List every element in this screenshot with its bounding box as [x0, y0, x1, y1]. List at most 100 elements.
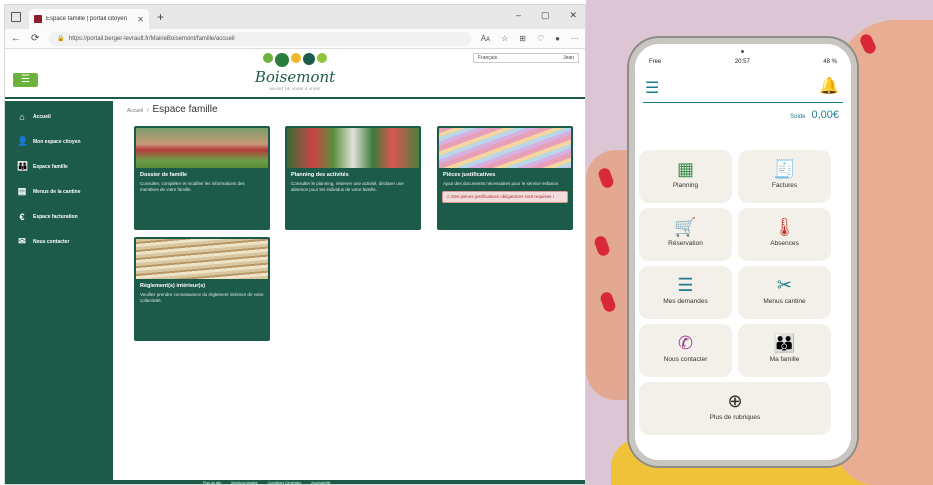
hamburger-icon[interactable]: ☰ — [645, 78, 659, 98]
card-image — [287, 128, 419, 168]
language-value: Français — [478, 55, 498, 61]
sidebar-item-contact[interactable]: ✉ Nous contacter — [5, 229, 113, 254]
logo[interactable]: Boisemont UN ART DE VIVRE À VIVRE — [253, 51, 337, 97]
profile-icon[interactable]: ● — [555, 34, 560, 43]
card-planning-activites[interactable]: Planning des activités Consulter le plan… — [285, 126, 421, 230]
euro-icon: € — [19, 211, 25, 222]
tile-nous-contacter[interactable]: ✆ Nous contacter — [639, 324, 732, 377]
card-title: Planning des activités — [291, 172, 349, 178]
main-content: Accueil / Espace famille Dossier de fami… — [113, 101, 585, 484]
card-description: Consulter, compléter et modifier les inf… — [140, 181, 245, 192]
language-select[interactable]: Français Jean — [473, 53, 579, 63]
status-bar: Free 20:57 48 % — [635, 44, 851, 70]
logo-trees-icon — [253, 53, 337, 67]
tile-label: Nous contacter — [663, 356, 708, 363]
card-image — [136, 128, 268, 168]
card-reglement-interieur[interactable]: Règlement(s) intérieur(s) Veuillez prend… — [134, 237, 270, 341]
menu-button[interactable]: ☰ — [13, 73, 38, 87]
breadcrumb-home-link[interactable]: Accueil — [127, 108, 143, 114]
sidebar-item-label: Espace famille — [33, 163, 68, 170]
minimize-button[interactable]: – — [516, 10, 521, 21]
footer-link[interactable]: Conditions Générales — [268, 481, 302, 484]
reload-icon[interactable]: ⟳ — [31, 33, 39, 44]
list-icon: ☰ — [677, 275, 694, 295]
tile-label: Planning — [672, 182, 699, 189]
window-controls: – ▢ ✕ — [516, 10, 577, 21]
maximize-button[interactable]: ▢ — [541, 10, 550, 21]
close-tab-icon[interactable]: ✕ — [137, 15, 144, 24]
tile-label: Factures — [771, 182, 798, 189]
card-title: Dossier de famille — [140, 172, 188, 178]
card-pieces-justificatives[interactable]: Pièces justificatives Ajout des document… — [437, 126, 573, 230]
favorite-icon[interactable]: ☆ — [501, 34, 508, 43]
thermometer-icon: 🌡 — [773, 217, 796, 237]
tile-absences[interactable]: 🌡 Absences — [738, 208, 831, 261]
app-header: ☰ 🔔 — [635, 70, 851, 102]
card-description: Veuillez prendre connaissance du règleme… — [140, 292, 264, 303]
menu-book-icon: ▤ — [17, 186, 27, 196]
balance-value: 0,00€ — [811, 109, 839, 121]
tab-bar: Espace famille | portail citoyen ✕ + – ▢… — [5, 5, 585, 29]
sidebar-item-espace-citoyen[interactable]: 👤 Mon espace citoyen — [5, 129, 113, 154]
tile-label: Mes demandes — [663, 298, 708, 305]
plus-circle-icon: ⊕ — [727, 391, 743, 411]
sidebar: ⌂ Accueil 👤 Mon espace citoyen 👪 Espace … — [5, 101, 113, 484]
logo-text: Boisemont — [254, 68, 336, 86]
sidebar-item-facturation[interactable]: € Espace facturation — [5, 204, 113, 229]
tile-label: Réservation — [668, 240, 703, 247]
warning-alert: ⚠ Des pièces justificatives obligatoires… — [442, 190, 568, 203]
tile-label: Absences — [770, 240, 799, 247]
split-screen-icon[interactable]: ⊞ — [519, 34, 526, 43]
carrier: Free — [649, 59, 662, 65]
tile-menus-cantine[interactable]: ✂ Menus cantine — [738, 266, 831, 319]
bell-icon[interactable]: 🔔 — [819, 76, 839, 96]
browser-window: Espace famille | portail citoyen ✕ + – ▢… — [4, 4, 586, 485]
card-image — [136, 239, 268, 279]
balance-label: Solde — [790, 114, 806, 120]
sidebar-item-label: Espace facturation — [33, 213, 78, 220]
new-tab-button[interactable]: + — [157, 10, 164, 24]
url-text: https://portail.berger-levrault.fr/Mairi… — [68, 35, 235, 42]
balance: Solde 0,00€ — [635, 103, 851, 121]
card-image — [439, 128, 571, 168]
tile-label: Plus de rubriques — [709, 414, 761, 421]
address-bar: ← ⟳ 🔒 https://portail.berger-levrault.fr… — [5, 29, 585, 49]
account-menu[interactable]: Jean — [563, 55, 574, 61]
more-icon[interactable]: ··· — [571, 34, 579, 43]
footer-link[interactable]: Plan du site — [203, 481, 221, 484]
read-aloud-icon[interactable]: Aᴀ — [481, 34, 490, 43]
invoice-icon: 🧾 — [773, 159, 796, 179]
breadcrumb: Accueil / Espace famille — [127, 104, 218, 115]
sidebar-item-accueil[interactable]: ⌂ Accueil — [5, 104, 113, 129]
collections-icon[interactable]: ♡ — [537, 34, 544, 43]
site-header: ☰ Boisemont UN ART DE VIVRE À VIVRE Fran… — [5, 49, 585, 99]
user-icon: 👤 — [17, 136, 29, 146]
footer-link[interactable]: Mentions légales — [231, 481, 257, 484]
lock-icon: 🔒 — [57, 36, 65, 42]
page-title: Espace famille — [152, 104, 218, 115]
tile-plus-de-rubriques[interactable]: ⊕ Plus de rubriques — [639, 382, 831, 435]
tile-planning[interactable]: ▦ Planning — [639, 150, 732, 203]
tile-ma-famille[interactable]: 👪 Ma famille — [738, 324, 831, 377]
sidebar-item-menus-cantine[interactable]: ▤ Menus de la cantine — [5, 179, 113, 204]
tab-title: Espace famille | portail citoyen — [46, 16, 127, 22]
sidebar-item-espace-famille[interactable]: 👪 Espace famille — [5, 154, 113, 179]
window-menu-icon[interactable] — [11, 12, 21, 22]
site-footer: Plan du site Mentions légales Conditions… — [113, 480, 585, 484]
tile-label: Menus cantine — [763, 298, 806, 305]
favicon-icon — [34, 15, 42, 23]
browser-tab[interactable]: Espace famille | portail citoyen ✕ — [29, 9, 149, 29]
card-dossier-famille[interactable]: Dossier de famille Consulter, compléter … — [134, 126, 270, 230]
url-field[interactable]: 🔒 https://portail.berger-levrault.fr/Mai… — [49, 31, 471, 46]
tile-factures[interactable]: 🧾 Factures — [738, 150, 831, 203]
tile-reservation[interactable]: 🛒 Réservation — [639, 208, 732, 261]
family-icon: 👪 — [773, 333, 796, 353]
close-window-button[interactable]: ✕ — [569, 10, 577, 21]
cart-icon: 🛒 — [674, 217, 697, 237]
tile-mes-demandes[interactable]: ☰ Mes demandes — [639, 266, 732, 319]
footer-link[interactable]: Accessibilité — [311, 481, 330, 484]
back-icon[interactable]: ← — [11, 33, 21, 44]
family-icon: 👪 — [17, 161, 29, 171]
home-icon: ⌂ — [19, 111, 25, 122]
tile-label: Ma famille — [769, 356, 800, 363]
